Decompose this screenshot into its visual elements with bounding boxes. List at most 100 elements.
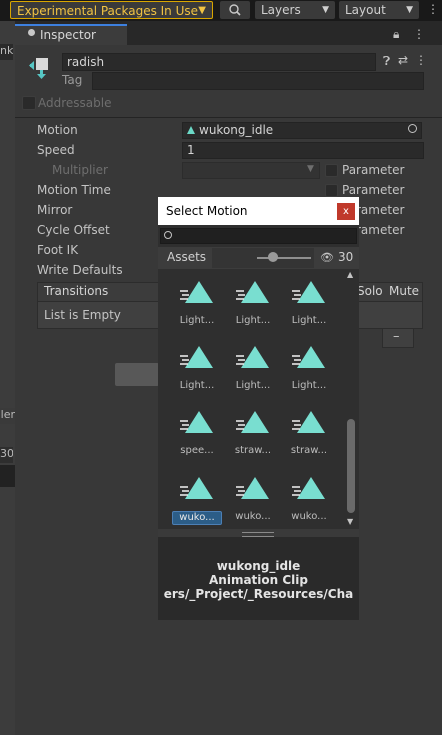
experimental-packages-label: Experimental Packages In Use — [17, 4, 199, 18]
asset-tile-label: Light... — [291, 315, 327, 326]
preset-settings-icon[interactable]: ⇄ — [398, 53, 408, 67]
background-button[interactable] — [115, 363, 159, 386]
animation-clip-icon — [236, 281, 269, 303]
left-panel-field — [0, 465, 15, 487]
asset-grid: Light... Light... Light... Light... Light...… — [158, 269, 343, 528]
search-icon — [164, 231, 172, 239]
animation-clip-icon — [187, 126, 195, 134]
dropdown-arrow-icon: ▼ — [307, 164, 314, 174]
asset-tile[interactable]: straw... — [228, 405, 278, 463]
asset-tile-label: Light... — [179, 380, 215, 391]
preview-asset-type: Animation Clip — [209, 573, 308, 587]
asset-tile[interactable]: straw... — [284, 405, 334, 463]
motion-time-label: Motion Time — [37, 183, 111, 197]
addressable-label: Addressable — [38, 96, 112, 110]
asset-tile[interactable]: Light... — [172, 275, 222, 333]
multiplier-label: Multiplier — [52, 163, 108, 177]
asset-tile[interactable]: Light... — [172, 340, 222, 398]
left-panel-partial-label: ler — [0, 408, 15, 424]
preview-asset-path: ers/_Project/_Resources/Cha — [163, 587, 354, 601]
animation-clip-icon — [180, 411, 213, 433]
animation-clip-icon — [236, 477, 269, 499]
component-more-icon[interactable]: ⋮ — [415, 53, 427, 67]
asset-tile-label: Light... — [235, 315, 271, 326]
write-defaults-label: Write Defaults — [37, 263, 123, 277]
layers-label: Layers — [261, 3, 301, 17]
help-icon[interactable]: ❓︎ — [383, 54, 390, 69]
lock-icon[interactable]: 🔒︎ — [393, 27, 399, 42]
tab-assets[interactable]: Assets — [167, 250, 206, 264]
left-panel-partial-value: 30 — [0, 447, 13, 463]
animation-clip-icon — [236, 346, 269, 368]
animation-clip-icon — [292, 477, 325, 499]
addressable-checkbox[interactable] — [22, 96, 36, 110]
asset-tile[interactable]: wuko... — [172, 471, 222, 529]
dropdown-arrow-icon: ▼ — [322, 5, 329, 15]
scrollbar-thumb[interactable] — [347, 419, 355, 513]
asset-tile-label: wuko... — [235, 511, 271, 522]
cycle-offset-label: Cycle Offset — [37, 223, 110, 237]
animation-clip-icon — [292, 346, 325, 368]
tag-label: Tag — [62, 73, 83, 87]
asset-tile-label: Light... — [235, 380, 271, 391]
search-input[interactable] — [160, 228, 357, 244]
motion-object-field[interactable]: wukong_idle — [182, 122, 422, 139]
multiplier-dropdown[interactable] — [182, 162, 320, 179]
motion-label: Motion — [37, 123, 78, 137]
multiplier-parameter-checkbox[interactable] — [325, 164, 338, 177]
select-motion-title: Select Motion — [158, 197, 359, 225]
layout-dropdown[interactable]: Layout ▼ — [339, 1, 419, 19]
asset-tile-label: spee... — [180, 445, 214, 456]
scroll-down-icon[interactable]: ▼ — [347, 517, 353, 526]
left-panel-strip — [0, 21, 15, 735]
transitions-label: Transitions — [44, 284, 109, 298]
info-icon — [28, 29, 35, 36]
parameter-label: rameter — [356, 203, 405, 217]
scroll-up-icon[interactable]: ▲ — [347, 270, 353, 279]
speed-field[interactable]: 1 — [182, 142, 424, 159]
animation-clip-icon — [236, 411, 269, 433]
asset-tile[interactable]: Light... — [284, 275, 334, 333]
tag-field[interactable] — [92, 72, 424, 90]
hidden-count: 30 — [338, 250, 354, 264]
animation-clip-icon — [292, 281, 325, 303]
asset-tile-label: straw... — [290, 445, 328, 456]
asset-tile[interactable]: Light... — [228, 340, 278, 398]
divider — [15, 117, 442, 118]
animation-clip-icon — [180, 281, 213, 303]
preview-asset-name: wukong_idle — [216, 559, 301, 573]
left-panel-partial-label: nk — [0, 44, 13, 60]
parameter-label: Parameter — [342, 163, 405, 177]
tab-inspector-label: Inspector — [40, 28, 96, 42]
layout-label: Layout — [345, 3, 386, 17]
asset-tile[interactable]: wuko... — [284, 471, 334, 529]
parameter-label: rameter — [356, 223, 405, 237]
animator-state-icon — [29, 58, 48, 79]
zoom-slider[interactable] — [257, 257, 311, 259]
asset-tile-label: Light... — [179, 315, 215, 326]
eye-hidden-icon[interactable]: 👁︎ — [320, 251, 334, 264]
remove-transition-button[interactable]: – — [393, 329, 400, 344]
asset-tile[interactable]: Light... — [228, 275, 278, 333]
asset-tile[interactable]: wuko... — [228, 471, 278, 529]
close-button[interactable]: x — [337, 203, 355, 220]
object-name-field[interactable]: radish — [62, 53, 376, 71]
dropdown-arrow-icon: ▼ — [406, 5, 413, 15]
animation-clip-icon — [180, 477, 213, 499]
dropdown-arrow-icon: ▼ — [198, 5, 206, 16]
asset-tile[interactable]: Light... — [284, 340, 334, 398]
asset-tile[interactable]: spee... — [172, 405, 222, 463]
asset-tile-label: wuko... — [172, 511, 222, 525]
zoom-slider-handle[interactable] — [268, 252, 278, 262]
search-icon — [229, 4, 241, 16]
motion-time-parameter-checkbox[interactable] — [325, 184, 338, 197]
animation-clip-icon — [292, 411, 325, 433]
asset-tile-label: Light... — [291, 380, 327, 391]
animation-clip-icon — [180, 346, 213, 368]
toolbar-more-icon[interactable]: ⋮ — [427, 2, 439, 16]
inspector-more-icon[interactable]: ⋮ — [413, 27, 425, 41]
experimental-packages-dropdown[interactable]: Experimental Packages In Use ▼ — [10, 1, 213, 19]
object-picker-icon[interactable] — [408, 124, 417, 133]
search-button[interactable] — [220, 1, 250, 19]
layers-dropdown[interactable]: Layers ▼ — [255, 1, 335, 19]
